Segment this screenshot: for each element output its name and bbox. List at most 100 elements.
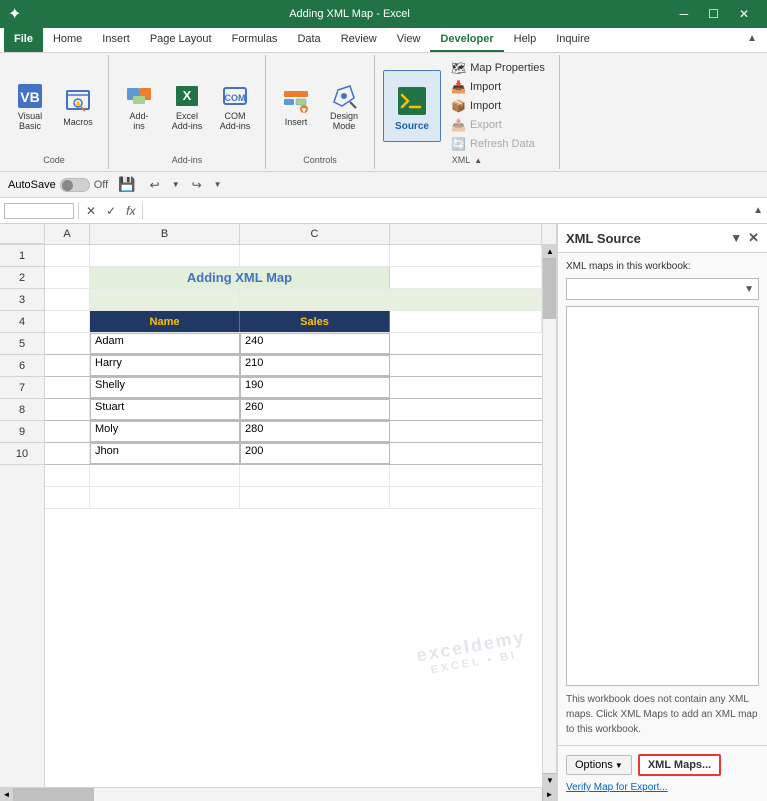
row-header-6[interactable]: 6 bbox=[0, 355, 44, 377]
cell-b7[interactable]: Shelly bbox=[90, 377, 240, 398]
cell-a8[interactable] bbox=[45, 399, 90, 420]
cell-b9[interactable]: Moly bbox=[90, 421, 240, 442]
row-header-8[interactable]: 8 bbox=[0, 399, 44, 421]
h-scroll-thumb[interactable] bbox=[14, 788, 94, 801]
row-header-7[interactable]: 7 bbox=[0, 377, 44, 399]
tab-formulas[interactable]: Formulas bbox=[222, 28, 288, 52]
row-header-10[interactable]: 10 bbox=[0, 443, 44, 465]
formula-expand-icon[interactable]: ▲ bbox=[753, 205, 763, 216]
row-header-1[interactable]: 1 bbox=[0, 245, 44, 267]
col-header-b[interactable]: B bbox=[90, 224, 240, 244]
scroll-down-btn[interactable]: ▼ bbox=[543, 773, 556, 787]
confirm-icon[interactable]: ✓ bbox=[103, 204, 119, 218]
row-header-4[interactable]: 4 bbox=[0, 311, 44, 333]
col-header-a[interactable]: A bbox=[45, 224, 90, 244]
tab-file[interactable]: File bbox=[4, 28, 43, 52]
horizontal-scrollbar[interactable]: ◄ ► bbox=[0, 787, 556, 801]
maximize-btn[interactable]: ☐ bbox=[698, 5, 729, 23]
formula-input[interactable] bbox=[147, 204, 749, 218]
xml-maps-dropdown[interactable]: ▼ bbox=[566, 278, 759, 300]
undo-btn[interactable]: ↩ bbox=[146, 177, 164, 193]
cell-a3[interactable] bbox=[45, 289, 90, 310]
tab-inquire[interactable]: Inquire bbox=[546, 28, 600, 52]
cell-b2-title[interactable]: Adding XML Map bbox=[90, 267, 390, 288]
com-addins-btn[interactable]: COM COMAdd-ins bbox=[213, 77, 257, 135]
cell-c3[interactable] bbox=[240, 289, 390, 310]
cell-b3[interactable] bbox=[90, 289, 240, 310]
visual-basic-btn[interactable]: VB VisualBasic bbox=[8, 77, 52, 135]
cell-a1[interactable] bbox=[45, 245, 90, 266]
close-btn[interactable]: ✕ bbox=[729, 5, 759, 23]
cell-c1[interactable] bbox=[240, 245, 390, 266]
tab-insert[interactable]: Insert bbox=[92, 28, 140, 52]
cell-c6[interactable]: 210 bbox=[240, 355, 390, 376]
scroll-thumb[interactable] bbox=[543, 259, 556, 319]
save-btn[interactable]: 💾 bbox=[114, 175, 139, 194]
vertical-scrollbar[interactable]: ▲ ▼ bbox=[542, 245, 556, 787]
ribbon-collapse-btn[interactable]: ▲ bbox=[741, 28, 763, 52]
cell-a7[interactable] bbox=[45, 377, 90, 398]
cell-b1[interactable] bbox=[90, 245, 240, 266]
col-header-c[interactable]: C bbox=[240, 224, 390, 244]
cell-a10[interactable] bbox=[45, 443, 90, 464]
row-header-3[interactable]: 3 bbox=[0, 289, 44, 311]
customize-qa-btn[interactable]: ▼ bbox=[212, 179, 224, 190]
cell-a4[interactable] bbox=[45, 311, 90, 332]
export-btn[interactable]: 📤 Export bbox=[445, 116, 551, 134]
source-btn[interactable]: Source bbox=[383, 70, 441, 142]
cell-b10[interactable]: Jhon bbox=[90, 443, 240, 464]
xml-panel-close-icon[interactable]: ✕ bbox=[748, 230, 759, 246]
design-mode-btn[interactable]: DesignMode bbox=[322, 77, 366, 135]
xml-collapse-icon[interactable]: ▲ bbox=[474, 156, 482, 165]
cell-c10[interactable]: 200 bbox=[240, 443, 390, 464]
cell-b4-header[interactable]: Name bbox=[90, 311, 240, 332]
row-header-2[interactable]: 2 bbox=[0, 267, 44, 289]
macros-btn[interactable]: Macros bbox=[56, 82, 100, 130]
row-header-5[interactable]: 5 bbox=[0, 333, 44, 355]
undo-dropdown-btn[interactable]: ▼ bbox=[170, 179, 182, 190]
cell-b5[interactable]: Adam bbox=[90, 333, 240, 354]
row-header-9[interactable]: 9 bbox=[0, 421, 44, 443]
insert-btn[interactable]: ▼ Insert bbox=[274, 82, 318, 130]
scroll-left-btn[interactable]: ◄ bbox=[0, 788, 14, 801]
map-properties-btn[interactable]: 🗺 Map Properties bbox=[445, 59, 551, 77]
cell-a5[interactable] bbox=[45, 333, 90, 354]
tab-home[interactable]: Home bbox=[43, 28, 92, 52]
cell-c8[interactable]: 260 bbox=[240, 399, 390, 420]
tab-review[interactable]: Review bbox=[331, 28, 387, 52]
cell-b6[interactable]: Harry bbox=[90, 355, 240, 376]
options-dropdown-btn[interactable]: Options ▼ bbox=[566, 755, 632, 775]
xml-panel-menu-icon[interactable]: ▼ bbox=[730, 231, 742, 245]
cell-a6[interactable] bbox=[45, 355, 90, 376]
tab-view[interactable]: View bbox=[387, 28, 431, 52]
xml-maps-btn[interactable]: XML Maps... bbox=[638, 754, 721, 776]
cell-c9[interactable]: 280 bbox=[240, 421, 390, 442]
import-btn[interactable]: 📥 Import bbox=[445, 78, 551, 96]
minimize-btn[interactable]: ─ bbox=[670, 5, 699, 23]
xml-listbox[interactable] bbox=[566, 306, 759, 686]
tab-page-layout[interactable]: Page Layout bbox=[140, 28, 222, 52]
cancel-icon[interactable]: ✕ bbox=[83, 204, 99, 218]
function-icon[interactable]: fx bbox=[123, 204, 138, 218]
addins-btn[interactable]: Add-ins bbox=[117, 77, 161, 135]
refresh-data-btn[interactable]: 🔄 Refresh Data bbox=[445, 135, 551, 153]
tab-developer[interactable]: Developer bbox=[430, 28, 503, 52]
cell-a2[interactable] bbox=[45, 267, 90, 288]
expansion-packs-btn[interactable]: 📦 Import bbox=[445, 97, 551, 115]
cell-c4-header[interactable]: Sales bbox=[240, 311, 390, 332]
cell-b8[interactable]: Stuart bbox=[90, 399, 240, 420]
scroll-up-btn[interactable]: ▲ bbox=[543, 245, 556, 259]
scroll-right-btn[interactable]: ► bbox=[542, 788, 556, 801]
autosave-toggle[interactable]: AutoSave Off bbox=[8, 178, 108, 192]
cell-a9[interactable] bbox=[45, 421, 90, 442]
window-controls[interactable]: ─ ☐ ✕ bbox=[670, 5, 759, 23]
excel-addins-btn[interactable]: X ExcelAdd-ins bbox=[165, 77, 209, 135]
tab-data[interactable]: Data bbox=[287, 28, 330, 52]
verify-map-link[interactable]: Verify Map for Export... bbox=[566, 782, 759, 793]
autosave-switch[interactable] bbox=[60, 178, 90, 192]
name-box[interactable]: B3 bbox=[4, 203, 74, 219]
cell-c5[interactable]: 240 bbox=[240, 333, 390, 354]
redo-btn[interactable]: ↪ bbox=[188, 177, 206, 193]
tab-help[interactable]: Help bbox=[504, 28, 547, 52]
cell-c7[interactable]: 190 bbox=[240, 377, 390, 398]
